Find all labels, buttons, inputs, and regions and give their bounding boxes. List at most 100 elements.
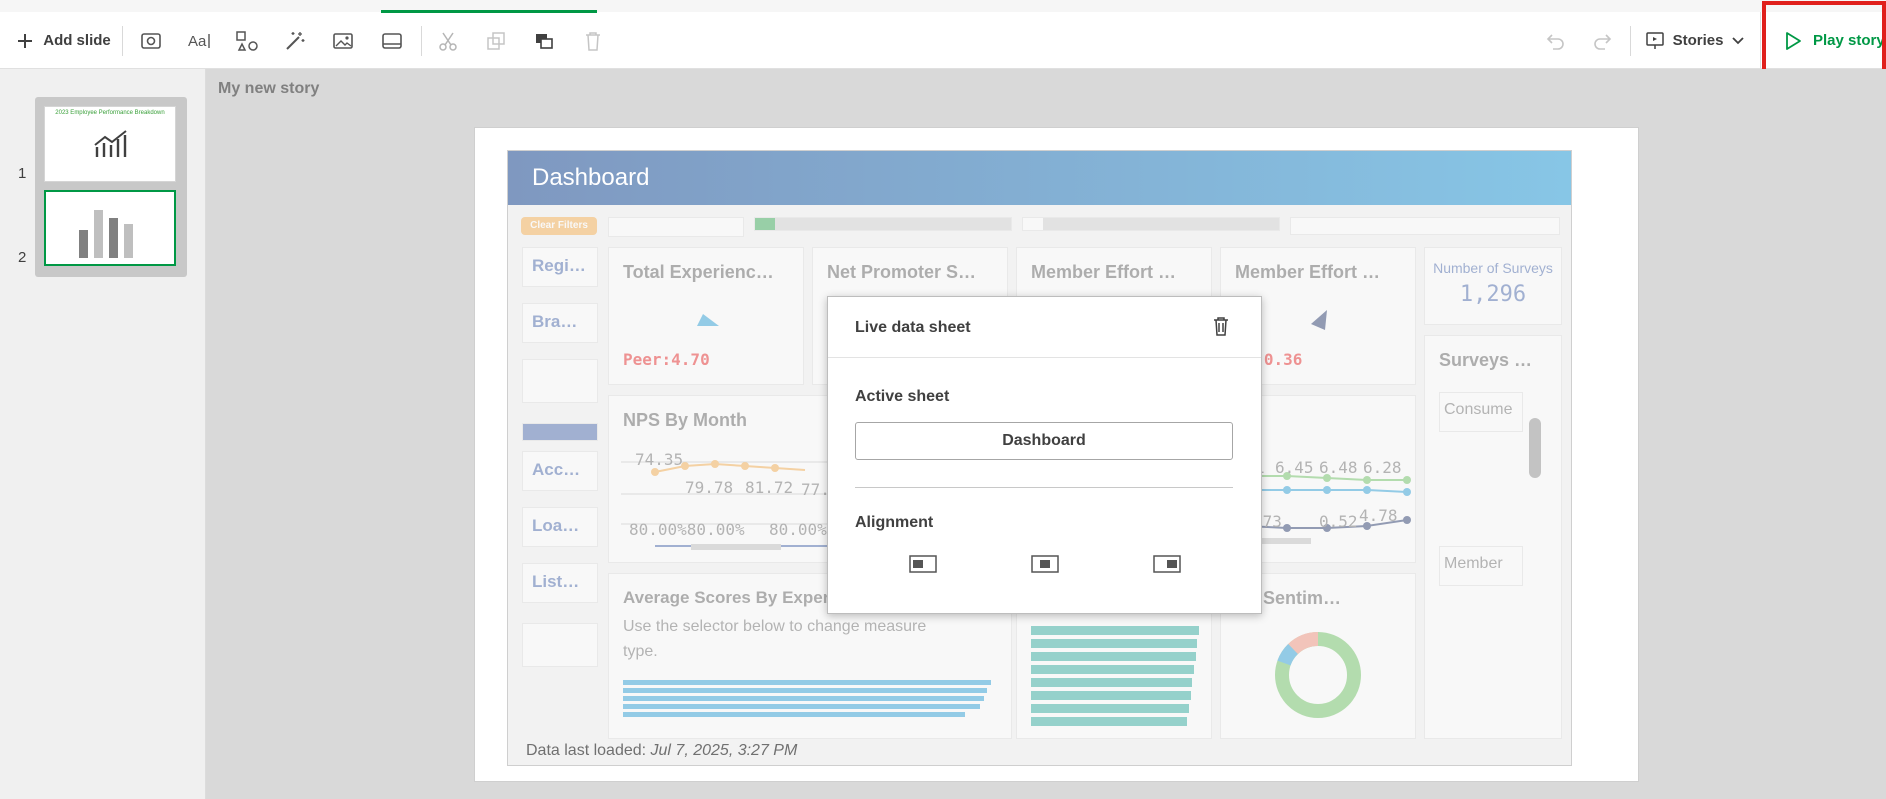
undo-button[interactable]: [1540, 12, 1570, 69]
shapes-button[interactable]: [232, 12, 262, 69]
toolbar-divider: [122, 26, 123, 56]
filter-label: Regi…: [532, 256, 586, 275]
undo-icon: [1546, 33, 1564, 50]
toolbar-divider: [1630, 26, 1631, 56]
surveys-panel: Surveys … Consume Member: [1424, 335, 1562, 739]
live-data-sheet-popup: Live data sheet Active sheet Dashboard A…: [827, 296, 1262, 614]
bar-group: [623, 680, 991, 720]
chart-value: 6.48: [1319, 458, 1358, 477]
delete-sheet-button[interactable]: [1212, 315, 1230, 342]
filter-branch: Bra…: [522, 303, 598, 343]
stories-label: Stories: [1672, 32, 1724, 49]
date-picker: [608, 217, 744, 237]
slider-bar: [754, 217, 1012, 231]
snapshot-button[interactable]: [136, 12, 166, 69]
nps-percent: 80.00%: [769, 520, 827, 539]
chart-value: 6.28: [1363, 458, 1402, 477]
filter-label: Loa…: [532, 516, 580, 535]
active-sheet-label: Active sheet: [855, 388, 950, 405]
kpi-title: Net Promoter S…: [827, 262, 977, 282]
align-center-button[interactable]: [1031, 555, 1059, 573]
chart-title: NPS By Month: [623, 410, 747, 430]
surveys-panel-item: Consume: [1439, 392, 1523, 432]
kpi-title: Member Effort …: [1031, 262, 1177, 282]
nps-percent: 80.00%80.00%: [629, 520, 745, 539]
filter-label: List…: [532, 572, 580, 591]
kpi-title: Total Experienc…: [623, 262, 774, 282]
filter-dropdown: [522, 359, 598, 403]
stories-button[interactable]: Stories: [1640, 12, 1750, 69]
align-left-button[interactable]: [909, 555, 937, 573]
sheet-button[interactable]: [377, 12, 407, 69]
filter-dropdown: [522, 623, 598, 667]
cut-button[interactable]: [433, 12, 463, 69]
filter-loan: Loa…: [522, 507, 598, 547]
popup-title: Live data sheet: [855, 319, 971, 336]
trash-icon: [586, 31, 600, 51]
shapes-icon: [236, 30, 258, 51]
trend-arrow-icon: [697, 314, 719, 326]
text-icon: Aa: [188, 33, 210, 50]
popup-divider: [855, 487, 1233, 488]
copy-icon: [487, 31, 505, 50]
filter-list: List…: [522, 563, 598, 603]
kpi-title: Member Effort …: [1235, 262, 1381, 282]
highlight-box: [1762, 1, 1886, 73]
donut-chart: [1275, 631, 1361, 718]
image-button[interactable]: [328, 12, 358, 69]
effects-button[interactable]: [280, 12, 310, 69]
data-loaded-note: Data last loaded: Jul 7, 2025, 3:27 PM: [526, 742, 797, 760]
chart-subtitle: Use the selector below to change measure…: [623, 618, 927, 660]
kpi-peer-value: Peer:4.70: [623, 350, 710, 369]
trend-arrow-icon: [1311, 310, 1327, 330]
data-loaded-label: Data last loaded:: [526, 742, 647, 759]
slide-panel: 2023 Employee Performance Breakdown 1 2: [0, 69, 206, 799]
active-sheet-button[interactable]: Dashboard: [855, 422, 1233, 460]
kpi-surveys: Number of Surveys 1,296: [1424, 247, 1562, 325]
story-title[interactable]: My new story: [218, 80, 319, 98]
text-button[interactable]: Aa: [184, 12, 214, 69]
filter-label: Acc…: [532, 460, 581, 479]
slide-number: 1: [18, 165, 27, 182]
slide-thumbnail-title: 2023 Employee Performance Breakdown: [55, 110, 165, 116]
kpi-surveys-value: 1,296: [1459, 282, 1527, 307]
filter-account: Acc…: [522, 451, 598, 491]
alignment-label: Alignment: [855, 514, 934, 531]
chart-value: 4.78: [1359, 506, 1398, 525]
copy-button[interactable]: [481, 12, 511, 69]
add-slide-button[interactable]: Add slide: [8, 12, 120, 69]
nps-value: 79.78: [685, 478, 734, 497]
dashboard-title: Dashboard: [532, 164, 650, 191]
svg-text:Aa: Aa: [188, 33, 207, 50]
slide-thumbnail-list: 2023 Employee Performance Breakdown: [35, 97, 187, 277]
slider-bar: [1022, 217, 1280, 231]
nps-value: 74.35: [635, 450, 684, 469]
slide-thumbnail-1[interactable]: 2023 Employee Performance Breakdown: [44, 106, 176, 182]
filter-region: Regi…: [522, 247, 598, 287]
toolbar-divider: [421, 26, 422, 56]
surveys-panel-item: Member: [1439, 546, 1523, 586]
kpi-total-experience: Total Experienc… Peer:4.70: [608, 247, 804, 385]
filter-label: Bra…: [532, 312, 578, 331]
redo-button[interactable]: [1588, 12, 1618, 69]
chart-value: 0.52: [1319, 512, 1358, 531]
chevron-down-icon: [1732, 36, 1745, 44]
align-right-button[interactable]: [1153, 555, 1181, 573]
kpi-surveys-label: Number of Surveys: [1433, 260, 1553, 276]
arrange-button[interactable]: [529, 12, 559, 69]
clear-filters-button: Clear Filters: [521, 217, 597, 235]
dropdown: [1290, 217, 1560, 235]
slide-number: 2: [18, 249, 27, 266]
chart-value: 6.45: [1275, 458, 1314, 477]
data-loaded-value: Jul 7, 2025, 3:27 PM: [650, 742, 798, 759]
toolbar: Add slide Aa Stories Play story: [0, 0, 1886, 69]
arrange-icon: [536, 33, 553, 49]
trash-icon: [1214, 317, 1228, 336]
delete-button[interactable]: [578, 12, 608, 69]
chart-title: Average Scores By Exper: [623, 588, 830, 607]
add-slide-label: Add slide: [43, 32, 111, 49]
sheet-icon: [382, 32, 402, 49]
panel-title: Surveys …: [1439, 350, 1533, 370]
scrollbar: [1529, 418, 1541, 478]
slide-thumbnail-2[interactable]: [44, 190, 176, 266]
